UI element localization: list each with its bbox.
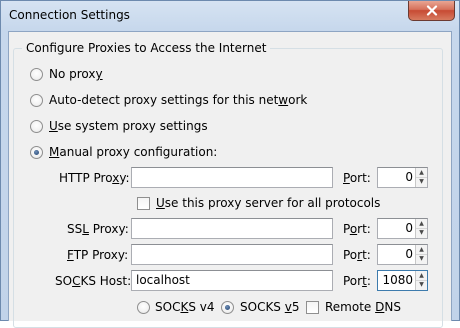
socks-v5-radio[interactable]	[221, 301, 234, 314]
spin-down-icon[interactable]: ▼	[416, 280, 427, 289]
ftp-proxy-input[interactable]	[131, 244, 333, 265]
socks-port-arrows[interactable]: ▲ ▼	[415, 271, 427, 290]
groupbox-label: Configure Proxies to Access the Internet	[22, 41, 271, 55]
ssl-port-label: Port:	[343, 222, 371, 236]
http-port-value: 0	[405, 170, 413, 184]
manual-proxy-radio[interactable]	[30, 146, 43, 159]
socks-host-label: SOCKS Host:	[55, 274, 132, 288]
socks-port-value: 1080	[382, 273, 413, 287]
socks-v4-label[interactable]: SOCKS v4	[155, 300, 215, 314]
no-proxy-label[interactable]: No proxy	[49, 67, 103, 81]
manual-proxy-label[interactable]: Manual proxy configuration:	[49, 145, 217, 159]
no-proxy-radio[interactable]	[30, 68, 43, 81]
ftp-port-label: Port:	[343, 248, 371, 262]
ssl-port-value: 0	[405, 221, 413, 235]
ftp-port-value: 0	[405, 247, 413, 261]
window-title: Connection Settings	[9, 8, 130, 22]
auto-detect-radio[interactable]	[30, 94, 43, 107]
ssl-proxy-input[interactable]	[131, 218, 333, 239]
auto-detect-label[interactable]: Auto-detect proxy settings for this netw…	[49, 93, 307, 107]
socks-port-spinner[interactable]: 1080 ▲ ▼	[377, 270, 428, 291]
http-port-arrows[interactable]: ▲ ▼	[415, 168, 427, 187]
socks-v4-radio[interactable]	[137, 301, 150, 314]
title-bar[interactable]: Connection Settings	[1, 1, 459, 31]
http-proxy-input[interactable]	[131, 167, 333, 188]
ftp-port-spinner[interactable]: 0 ▲ ▼	[377, 244, 428, 265]
ssl-proxy-label: SSL Proxy:	[67, 222, 129, 236]
system-proxy-label[interactable]: Use system proxy settings	[49, 119, 208, 133]
spin-down-icon[interactable]: ▼	[416, 254, 427, 263]
same-proxy-label[interactable]: Use this proxy server for all protocols	[156, 196, 380, 210]
socks-host-input[interactable]: localhost	[131, 270, 333, 291]
ftp-port-arrows[interactable]: ▲ ▼	[415, 245, 427, 264]
close-icon	[426, 5, 437, 16]
same-proxy-checkbox[interactable]	[137, 197, 150, 210]
ssl-port-arrows[interactable]: ▲ ▼	[415, 219, 427, 238]
close-button[interactable]	[408, 1, 455, 21]
socks-v5-label[interactable]: SOCKS v5	[240, 300, 300, 314]
http-proxy-label: HTTP Proxy:	[59, 171, 130, 185]
spin-down-icon[interactable]: ▼	[416, 228, 427, 237]
socks-port-label: Port:	[343, 274, 371, 288]
ssl-port-spinner[interactable]: 0 ▲ ▼	[377, 218, 428, 239]
spin-down-icon[interactable]: ▼	[416, 177, 427, 186]
http-port-label: Port:	[343, 171, 371, 185]
system-proxy-radio[interactable]	[30, 120, 43, 133]
ftp-proxy-label: FTP Proxy:	[67, 248, 129, 262]
http-port-spinner[interactable]: 0 ▲ ▼	[377, 167, 428, 188]
remote-dns-label[interactable]: Remote DNS	[325, 300, 401, 314]
remote-dns-checkbox[interactable]	[306, 301, 319, 314]
